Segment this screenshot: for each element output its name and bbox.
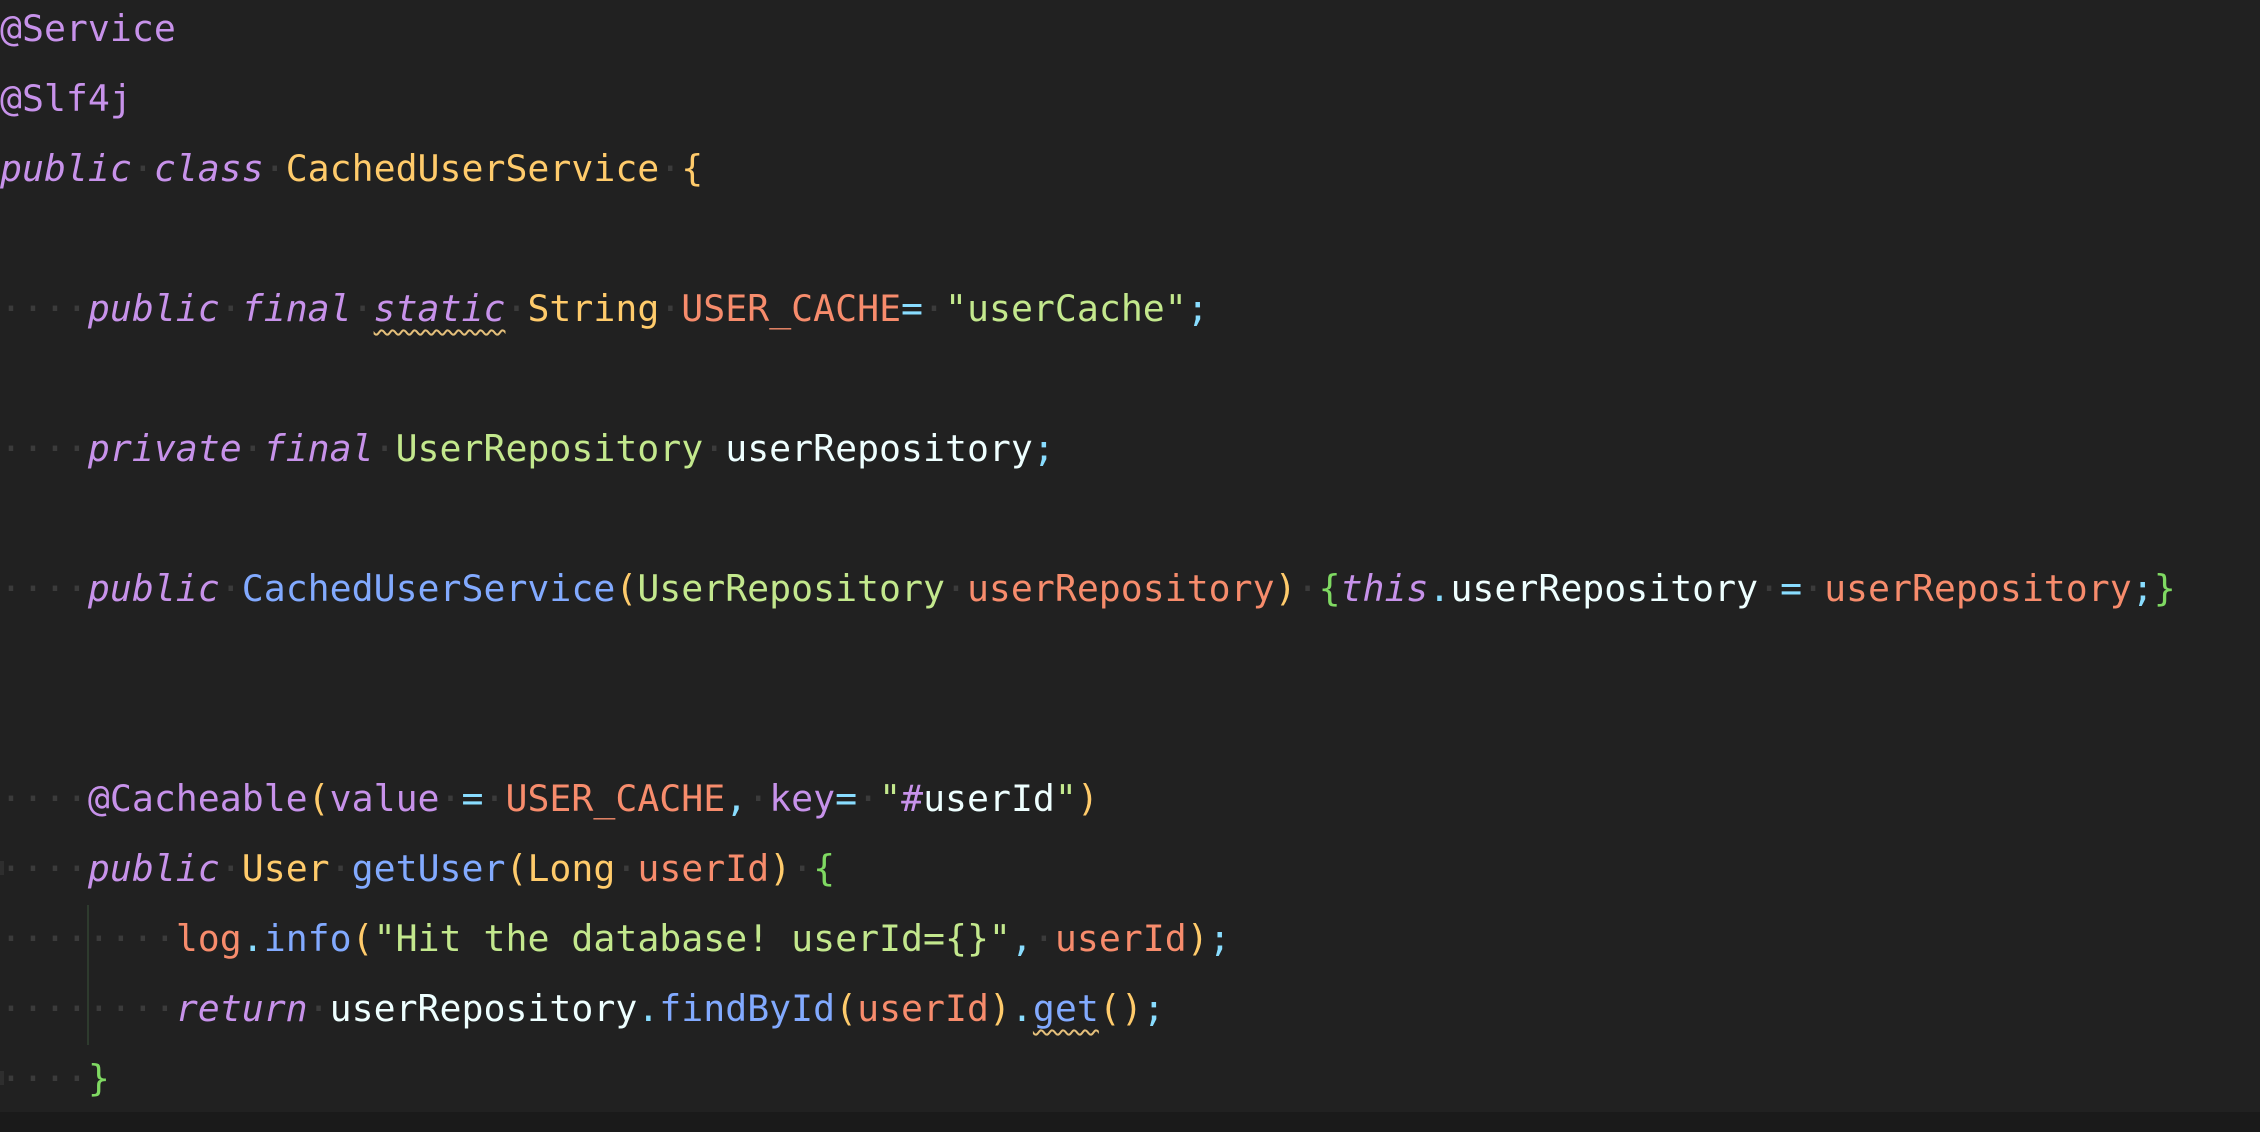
constant-user-cache: USER_CACHE: [681, 287, 902, 330]
quote: ": [879, 777, 902, 820]
paren-open: (: [307, 777, 330, 820]
keyword-return: return: [175, 987, 308, 1030]
operator-equals: =: [901, 287, 924, 330]
editor-bottom-edge: [0, 1112, 2260, 1132]
keyword-private: private: [87, 427, 242, 470]
dot: .: [241, 917, 264, 960]
dot: .: [637, 987, 660, 1030]
field-ref: userRepository: [1450, 567, 1759, 610]
keyword-public: public: [0, 147, 132, 190]
comma: ,: [1010, 917, 1033, 960]
keyword-public: public: [87, 847, 220, 890]
dot: .: [1428, 567, 1451, 610]
paren-close: ): [988, 987, 1011, 1030]
quote: ": [1054, 777, 1077, 820]
semicolon: ;: [2131, 567, 2154, 610]
code-line-14: ········log.info("Hit the database! user…: [0, 917, 1231, 960]
operator-equals: =: [1780, 567, 1803, 610]
method-name: getUser: [351, 847, 506, 890]
semicolon: ;: [1032, 427, 1055, 470]
method-find-by-id: findById: [659, 987, 836, 1030]
comma: ,: [725, 777, 748, 820]
code-line-13: ····public·User·getUser(Long·userId)·{: [0, 847, 836, 890]
param-ref: userRepository: [1824, 567, 2132, 610]
paren-open: (: [835, 987, 858, 1030]
param-type: Long: [527, 847, 616, 890]
semicolon: ;: [1208, 917, 1231, 960]
repo-ref: userRepository: [329, 987, 638, 1030]
annotation-slf4j: @Slf4j: [0, 77, 132, 120]
return-type: User: [241, 847, 330, 890]
method-close-brace: }: [87, 1057, 110, 1100]
spel-hash: #: [901, 777, 924, 820]
semicolon: ;: [1142, 987, 1165, 1030]
semicolon: ;: [1186, 287, 1209, 330]
paren-close: ): [1186, 917, 1209, 960]
log-message: "Hit the database! userId={}": [373, 917, 1011, 960]
dot: .: [1010, 987, 1033, 1030]
code-line-5: ····public·final·static·String·USER_CACH…: [0, 287, 1209, 330]
code-line-3: public·class·CachedUserService·{: [0, 147, 704, 190]
annotation-service: @Service: [0, 7, 176, 50]
string-literal: "userCache": [945, 287, 1187, 330]
code-editor[interactable]: @Service @Slf4j public·class·CachedUserS…: [0, 0, 2260, 1112]
param-type: UserRepository: [637, 567, 945, 610]
code-line-15: ········return·userRepository.findById(u…: [0, 987, 1165, 1030]
code-line-12: ····@Cacheable(value·=·USER_CACHE,·key=·…: [0, 777, 1099, 820]
attr-value: value: [329, 777, 440, 820]
spel-var: userId: [923, 777, 1055, 820]
keyword-class: class: [153, 147, 264, 190]
logger: log: [175, 917, 242, 960]
call-parens: (): [1098, 987, 1143, 1030]
paren-open: (: [615, 567, 638, 610]
code-line-2: @Slf4j: [0, 64, 132, 134]
paren-close: ): [1076, 777, 1099, 820]
constant-user-cache: USER_CACHE: [505, 777, 726, 820]
brace-open: {: [1318, 567, 1341, 610]
paren-close: ): [769, 847, 792, 890]
method-get-warning[interactable]: get: [1033, 987, 1099, 1030]
keyword-public: public: [87, 287, 220, 330]
field-user-repository: userRepository: [725, 427, 1033, 470]
paren-close: ): [1274, 567, 1297, 610]
method-info: info: [263, 917, 352, 960]
keyword-this: this: [1340, 567, 1429, 610]
keyword-static-warning[interactable]: static: [374, 287, 506, 330]
param-name: userRepository: [966, 567, 1275, 610]
paren-open: (: [505, 847, 528, 890]
arg-user-id: userId: [857, 987, 989, 1030]
type-user-repository: UserRepository: [395, 427, 704, 470]
operator-equals: =: [461, 777, 484, 820]
class-open-brace: {: [681, 147, 704, 190]
code-line-7: ····private·final·UserRepository·userRep…: [0, 427, 1055, 470]
arg-user-id: userId: [1054, 917, 1187, 960]
constructor-name: CachedUserService: [241, 567, 616, 610]
code-line-9: ····public·CachedUserService(UserReposit…: [0, 567, 2176, 610]
param-name: userId: [637, 847, 770, 890]
annotation-cacheable: @Cacheable: [87, 777, 308, 820]
keyword-final: final: [241, 287, 352, 330]
operator-equals: =: [835, 777, 858, 820]
attr-key: key: [769, 777, 836, 820]
brace-open: {: [813, 847, 836, 890]
type-string: String: [527, 287, 660, 330]
code-line-16: ····}: [0, 1057, 110, 1100]
keyword-public: public: [87, 567, 220, 610]
keyword-final: final: [263, 427, 374, 470]
code-line-1: @Service: [0, 0, 176, 64]
paren-open: (: [351, 917, 374, 960]
brace-close: }: [2153, 567, 2176, 610]
class-name: CachedUserService: [285, 147, 660, 190]
